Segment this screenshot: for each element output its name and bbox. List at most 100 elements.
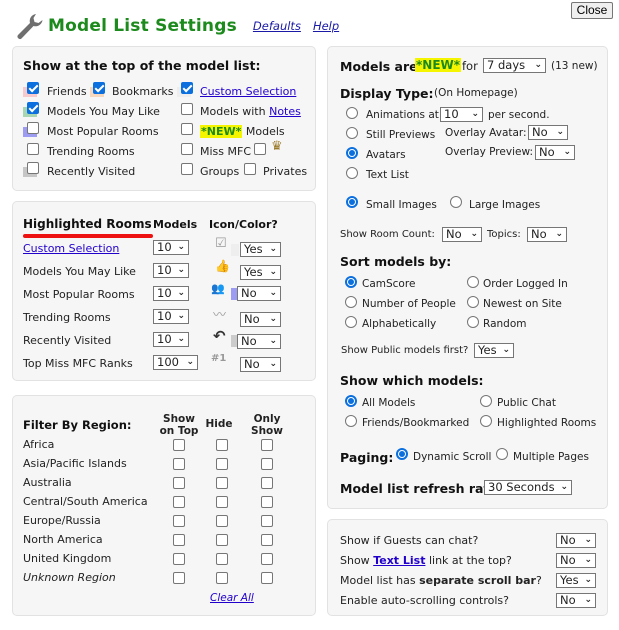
recently-visited-checkbox[interactable] (27, 162, 39, 174)
small-images-radio[interactable] (346, 196, 358, 208)
models-you-may-like-checkbox[interactable] (27, 102, 39, 114)
chevron-down-icon: ⌄ (269, 288, 277, 298)
text: Model list has (340, 574, 420, 587)
only-show-checkbox[interactable] (261, 515, 273, 527)
highlighted-row-custom-selection[interactable]: Custom Selection (23, 242, 119, 255)
show-on-top-checkbox[interactable] (173, 553, 185, 565)
new-models-checkbox[interactable] (181, 123, 193, 135)
sort-order-logged-in-radio[interactable] (467, 276, 479, 288)
topics-select[interactable]: No ⌄ (527, 227, 567, 242)
custom-selection-checbox[interactable] (181, 82, 193, 94)
only-show-checkbox[interactable] (261, 572, 273, 584)
hide-checkbox[interactable] (216, 515, 228, 527)
sort-random-radio[interactable] (467, 316, 479, 328)
animation-rate-select[interactable]: 10 ⌄ (440, 107, 483, 122)
trending-models-select[interactable]: 10 ⌄ (153, 309, 189, 324)
highlighted-row-top-miss-mfc-label: Top Miss MFC Ranks (23, 357, 133, 370)
most-popular-rooms-checkbox[interactable] (27, 122, 39, 134)
hide-checkbox[interactable] (216, 477, 228, 489)
recently-visited-color-select[interactable]: No ⌄ (237, 334, 281, 349)
groups-checkbox[interactable] (181, 163, 193, 175)
new-badge: *NEW* (200, 125, 243, 138)
sort-newest-radio[interactable] (467, 296, 479, 308)
hide-checkbox[interactable] (216, 572, 228, 584)
text-list-radio[interactable] (346, 167, 358, 179)
which-friends-radio[interactable] (345, 415, 357, 427)
notes-link[interactable]: Notes (269, 105, 301, 118)
still-previews-radio[interactable] (346, 127, 358, 139)
most-popular-models-select[interactable]: 10 ⌄ (153, 286, 189, 301)
sort-number-of-people-radio[interactable] (345, 296, 357, 308)
select-value: Yes (478, 343, 497, 357)
hide-checkbox[interactable] (216, 439, 228, 451)
avatars-radio[interactable] (346, 147, 358, 159)
guests-chat-label: Show if Guests can chat? (340, 534, 479, 547)
room-count-select[interactable]: No ⌄ (442, 227, 482, 242)
hide-checkbox[interactable] (216, 534, 228, 546)
text-list-link-label: Show Text List link at the top? (340, 554, 512, 567)
only-show-checkbox[interactable] (261, 534, 273, 546)
show-on-top-checkbox[interactable] (173, 534, 185, 546)
friends-checkbox[interactable] (27, 82, 39, 94)
show-on-top-checkbox[interactable] (173, 477, 185, 489)
trending-color-select[interactable]: No ⌄ (240, 312, 281, 327)
show-on-top-checkbox[interactable] (173, 458, 185, 470)
scroll-bar-select[interactable]: Yes ⌄ (556, 573, 596, 588)
show-on-top-checkbox[interactable] (173, 515, 185, 527)
close-button[interactable]: Close (571, 2, 613, 19)
select-value: No (446, 227, 462, 241)
which-all-models-radio[interactable] (345, 395, 357, 407)
animations-radio[interactable] (346, 107, 358, 119)
show-on-top-checkbox[interactable] (173, 496, 185, 508)
privates-checkbox[interactable] (244, 163, 256, 175)
may-like-color-select[interactable]: Yes ⌄ (240, 265, 281, 280)
only-show-checkbox[interactable] (261, 496, 273, 508)
trending-rooms-checkbox[interactable] (27, 143, 39, 155)
overlay-avatar-select[interactable]: No ⌄ (528, 125, 568, 140)
highlighted-rooms-panel: Highlighted Rooms Models Icon/Color? Cus… (12, 201, 316, 381)
may-like-models-select[interactable]: 10 ⌄ (153, 263, 189, 278)
most-popular-color-select[interactable]: No ⌄ (237, 286, 281, 301)
show-on-top-checkbox[interactable] (173, 439, 185, 451)
hide-checkbox[interactable] (216, 458, 228, 470)
refresh-rate-select[interactable]: 30 Seconds ⌄ (484, 480, 572, 495)
sort-camscore-radio[interactable] (345, 276, 357, 288)
hide-checkbox[interactable] (216, 553, 228, 565)
public-first-select[interactable]: Yes ⌄ (474, 343, 514, 358)
only-show-checkbox[interactable] (261, 458, 273, 470)
custom-selection-models-select[interactable]: 10 ⌄ (153, 240, 189, 255)
paging-multiple-radio[interactable] (496, 448, 508, 460)
show-on-top-checkbox[interactable] (173, 572, 185, 584)
sort-alphabetically-radio[interactable] (345, 316, 357, 328)
overlay-preview-select[interactable]: No ⌄ (535, 145, 575, 160)
auto-scroll-select[interactable]: No ⌄ (556, 593, 596, 608)
top-miss-mfc-color-select[interactable]: No ⌄ (240, 357, 281, 372)
models-with-notes-checkbox[interactable] (181, 103, 193, 115)
header: Model List Settings Defaults Help (14, 8, 351, 44)
help-link[interactable]: Help (313, 19, 339, 33)
only-show-checkbox[interactable] (261, 553, 273, 565)
text-list-link-select[interactable]: No ⌄ (556, 553, 596, 568)
guests-chat-select[interactable]: No ⌄ (556, 533, 596, 548)
large-images-radio[interactable] (450, 196, 462, 208)
miss-mfc-checkbox[interactable] (181, 143, 193, 155)
new-days-select[interactable]: 7 days ⌄ (483, 58, 546, 73)
custom-selection-color-select[interactable]: Yes ⌄ (240, 242, 281, 257)
which-highlighted-radio[interactable] (480, 415, 492, 427)
recently-visited-models-select[interactable]: 10 ⌄ (153, 332, 189, 347)
top-miss-mfc-models-select[interactable]: 100 ⌄ (153, 355, 198, 370)
only-show-checkbox[interactable] (261, 477, 273, 489)
crown-checkbox[interactable] (254, 143, 266, 155)
paging-dynamic-radio[interactable] (396, 448, 408, 460)
clear-all-link[interactable]: Clear All (210, 592, 254, 604)
new-badge: *NEW* (415, 58, 462, 72)
defaults-link[interactable]: Defaults (253, 19, 301, 33)
bookmarks-checkbox[interactable] (93, 82, 105, 94)
which-public-chat-radio[interactable] (480, 395, 492, 407)
select-value: No (560, 593, 576, 607)
only-show-checkbox[interactable] (261, 439, 273, 451)
custom-selection-link[interactable]: Custom Selection (200, 85, 296, 98)
hide-checkbox[interactable] (216, 496, 228, 508)
header-line: Only (253, 413, 281, 425)
text-list-link[interactable]: Text List (373, 554, 425, 567)
